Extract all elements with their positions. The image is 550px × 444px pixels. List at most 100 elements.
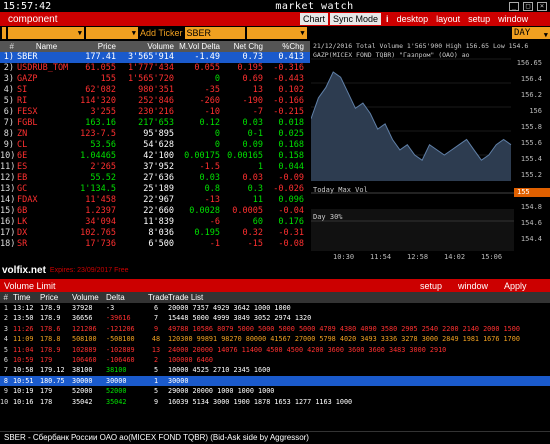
- window-menu[interactable]: window: [495, 13, 532, 25]
- volume-cell: 6'500: [148, 239, 174, 249]
- component-label[interactable]: component: [0, 14, 300, 25]
- table-row[interactable]: 13) GC 1'134.5 25'189 0.8 0.3 -0.026: [0, 184, 310, 195]
- table-row[interactable]: 1) SBER 177.41 3'565'914 -1.49 0.73 0.413: [0, 52, 310, 63]
- vl-price: 178: [40, 397, 53, 406]
- list-item[interactable]: 9 10:19 179 52000 52000 5 29000 20000 1000 100…: [0, 386, 550, 396]
- list-item[interactable]: 1 13:12 178.9 37928 -3 6 20000 7357 4929 3642 …: [0, 303, 550, 313]
- header-net-chg[interactable]: Net Chg: [220, 41, 263, 52]
- vl-trade-count: 6: [153, 304, 159, 312]
- header-pct-chg[interactable]: %Chg: [263, 41, 306, 52]
- vl-trade-count: 7: [153, 314, 159, 323]
- group-dropdown[interactable]: ▼: [8, 27, 84, 39]
- list-item[interactable]: 10 10:16 178 35042 35042 9 16039 5134 3000 190…: [0, 397, 550, 407]
- ticker-name: SR: [17, 239, 28, 249]
- vl-header-time[interactable]: Time: [10, 292, 40, 303]
- volume-cell: 217'653: [138, 118, 174, 128]
- vl-header-trade-list[interactable]: Trade List: [164, 292, 550, 303]
- vl-trade-count: 5: [153, 366, 159, 375]
- table-row[interactable]: 17) DX 102.765 8'036 0.195 0.32 -0.31: [0, 228, 310, 239]
- ticker-name: 6B: [17, 206, 28, 216]
- mvol-delta-cell: -35: [204, 85, 220, 95]
- vl-window-button[interactable]: window: [458, 281, 488, 291]
- table-row[interactable]: 2) USDRUB_TOM 61.055 1'777'434 0.055 0.195 -0.…: [0, 63, 310, 74]
- table-row[interactable]: 8) ZN 123-7.5 95'895 0 0-1 0.025: [0, 129, 310, 140]
- left-selector[interactable]: [2, 27, 6, 39]
- vl-volume: 102889: [72, 345, 97, 354]
- chart-button[interactable]: Chart: [300, 13, 329, 25]
- mvol-delta-cell: -13: [204, 195, 220, 205]
- y-tick-label: 155.2: [520, 171, 542, 179]
- mvol-delta-cell: -6: [209, 217, 220, 227]
- table-row[interactable]: 11) ES 2'265 37'952 -1.5 1 0.044: [0, 162, 310, 173]
- vl-trade-list: 15448 5000 4999 3849 3052 2974 1320: [168, 314, 312, 323]
- ticker-name: GAZP: [17, 74, 38, 84]
- list-item[interactable]: 6 10:59 179 106460 -106460 2 100000 6460: [0, 355, 550, 365]
- table-row[interactable]: 12) EB 55.52 27'636 0.03 0.03 -0.09: [0, 173, 310, 184]
- pct-chg-cell: -0.166: [273, 96, 304, 106]
- ticker-name: FDAX: [17, 195, 38, 205]
- table-row[interactable]: 15) 6B 1.2397 22'660 0.0028 0.0005 -0.04: [0, 206, 310, 217]
- vl-delta: -3: [106, 304, 115, 312]
- vl-delta: 30000: [106, 376, 127, 385]
- list-item[interactable]: 5 11:04 178.9 102889 -102889 13 24000 20000 14…: [0, 345, 550, 355]
- ticker-input[interactable]: SBER: [184, 27, 245, 39]
- period-select[interactable]: DAY ▼: [512, 27, 550, 39]
- table-row[interactable]: 5) RI 114'320 252'846 -260 -190 -0.166: [0, 96, 310, 107]
- ticker-name: GC: [17, 184, 28, 194]
- vl-header-num[interactable]: #: [0, 292, 10, 303]
- list-item[interactable]: 8 10:51 180.75 30000 30000 1 30000: [0, 375, 550, 387]
- table-row[interactable]: 9) CL 53.56 54'628 0 0.09 0.168: [0, 140, 310, 151]
- ticker-dropdown[interactable]: ▼: [246, 27, 307, 39]
- table-row[interactable]: 6) FESX 3'255 230'216 -10 -7 -0.215: [0, 107, 310, 118]
- vl-delta: -508100: [106, 335, 135, 344]
- header-num[interactable]: #: [0, 41, 14, 52]
- info-icon[interactable]: i: [383, 13, 392, 25]
- list-item[interactable]: 3 11:26 178.6 121206 -121206 9 49788 10586 807…: [0, 324, 550, 334]
- pct-chg-cell: 0.025: [278, 129, 304, 139]
- layout-menu[interactable]: layout: [433, 13, 464, 25]
- header-price[interactable]: Price: [76, 41, 116, 52]
- price-cell: 2'265: [90, 162, 116, 172]
- desktop-menu[interactable]: desktop: [393, 13, 432, 25]
- net-chg-cell: 60: [252, 217, 263, 227]
- vl-row-number: 4: [3, 335, 8, 344]
- row-number: 11): [0, 162, 16, 172]
- vl-header-delta[interactable]: Delta: [106, 292, 148, 303]
- setup-menu[interactable]: setup: [465, 13, 494, 25]
- table-row[interactable]: 3) GAZP 155 1'565'720 0 0.69 -0.443: [0, 74, 310, 85]
- vl-time: 11:04: [13, 345, 34, 354]
- table-row[interactable]: 10) 6E 1.04465 42'100 0.00175 0.00165 0.158: [0, 151, 310, 162]
- y-tick-label: 154.4: [520, 235, 542, 243]
- sync-mode-button[interactable]: Sync Mode: [330, 13, 382, 25]
- list-item[interactable]: 7 10:58 179.12 38100 38100 5 10000 4525 2710 2…: [0, 365, 550, 375]
- header-volume[interactable]: Volume: [116, 41, 174, 52]
- close-icon[interactable]: ×: [537, 1, 547, 11]
- volume-cell: 42'100: [143, 151, 174, 161]
- price-cell: 1.04465: [80, 151, 116, 161]
- vl-volume: 37928: [72, 304, 93, 312]
- minimize-icon[interactable]: _: [509, 1, 519, 11]
- price-cell: 34'094: [85, 217, 116, 227]
- maximize-icon[interactable]: □: [523, 1, 533, 11]
- table-row[interactable]: 14) FDAX 11'458 22'967 -13 11 0.096: [0, 195, 310, 206]
- table-row[interactable]: 18) SR 17'736 6'500 -1 -15 -0.08: [0, 239, 310, 250]
- list-dropdown[interactable]: ▼: [86, 27, 138, 39]
- price-chart[interactable]: 21/12/2016 Total Volume 1'565'900 High 1…: [311, 41, 550, 263]
- vl-row-number: 1: [3, 304, 8, 312]
- vl-setup-button[interactable]: setup: [420, 281, 442, 291]
- vl-apply-button[interactable]: Apply: [504, 281, 527, 291]
- net-chg-cell: 0.32: [242, 228, 263, 238]
- list-item[interactable]: 2 13:50 178.9 36656 -39616 7 15448 5000 4999 3…: [0, 313, 550, 323]
- table-row[interactable]: 7) FGBL 163.16 217'653 0.12 0.03 0.018: [0, 118, 310, 129]
- price-cell: 17'736: [85, 239, 116, 249]
- vl-header-price[interactable]: Price: [40, 292, 72, 303]
- list-item[interactable]: 4 11:09 178.8 508100 -508100 48 120300 99891 9…: [0, 334, 550, 344]
- table-row[interactable]: 16) LK 34'094 11'839 -6 60 0.176: [0, 217, 310, 228]
- vl-header-volume[interactable]: Volume: [72, 292, 106, 303]
- vl-trade-list: 16039 5134 3000 1900 1878 1653 1277 1163…: [168, 397, 353, 406]
- row-number: 2): [3, 63, 14, 73]
- header-mvol-delta[interactable]: M.Vol Delta: [174, 41, 220, 52]
- table-row[interactable]: 4) SI 62'082 980'351 -35 13 0.102: [0, 85, 310, 96]
- header-name[interactable]: Name: [14, 41, 76, 52]
- vl-header-trade[interactable]: Trade: [148, 292, 169, 303]
